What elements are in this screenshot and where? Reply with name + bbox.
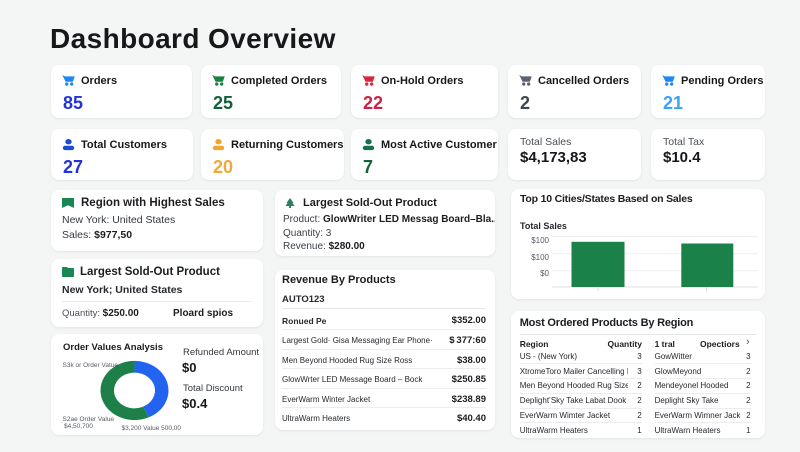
svg-text:$0: $0 [540,269,549,278]
svg-text:$100: $100 [531,236,549,245]
svg-text:S3k or Order Vatue: S3k or Order Vatue [63,362,119,369]
svg-text:$100: $100 [531,253,549,262]
svg-text:$3,200 Value 500,00: $3,200 Value 500,00 [122,425,182,432]
svg-text:S2ae Order Value: S2ae Order Value [63,416,115,423]
svg-text:$4,50,700: $4,50,700 [64,423,93,430]
